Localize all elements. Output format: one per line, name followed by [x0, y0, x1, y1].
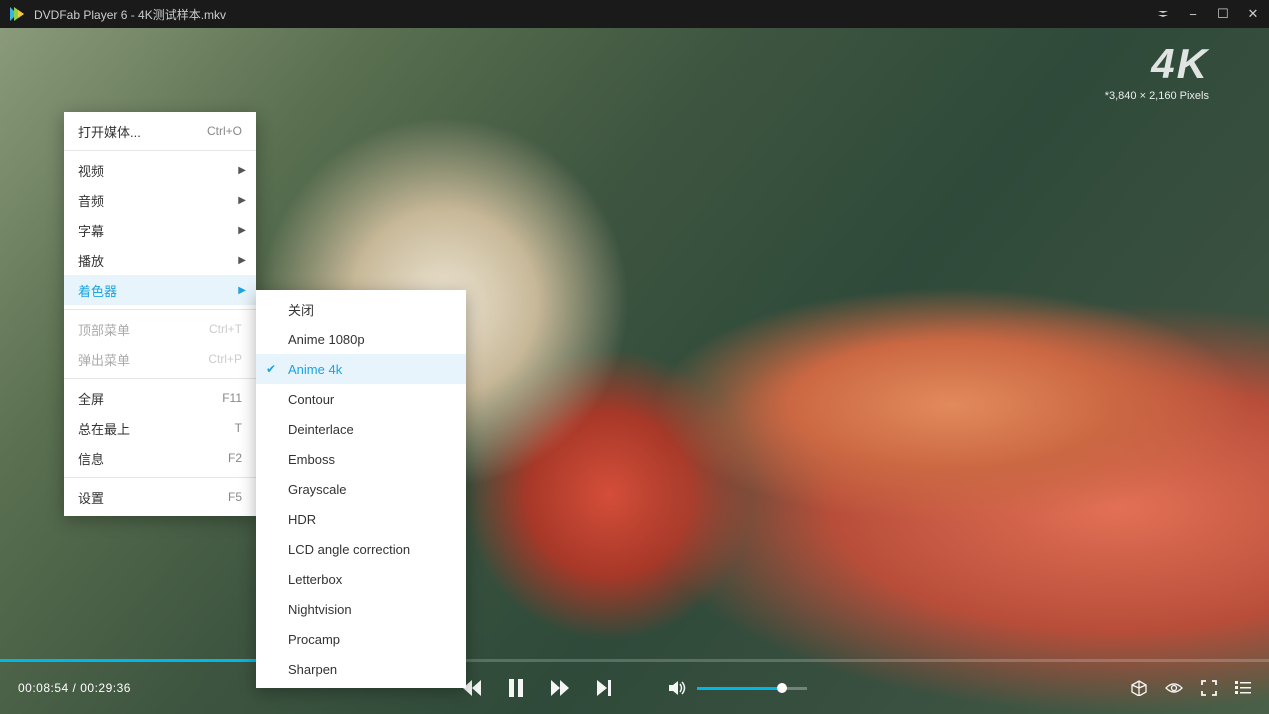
menu-shortcut: F5	[228, 490, 242, 504]
menu-always-on-top[interactable]: 总在最上 T	[64, 413, 256, 443]
submenu-letterbox[interactable]: Letterbox	[256, 564, 466, 594]
submenu-contour[interactable]: Contour	[256, 384, 466, 414]
submenu-label: Grayscale	[288, 482, 347, 497]
volume-thumb[interactable]	[777, 683, 787, 693]
submenu-label: Anime 1080p	[288, 332, 365, 347]
menu-label: 字幕	[78, 221, 242, 240]
check-icon: ✔	[266, 362, 276, 376]
menu-label: 播放	[78, 251, 242, 270]
menu-top-menu: 顶部菜单 Ctrl+T	[64, 314, 256, 344]
menu-label: 顶部菜单	[78, 320, 199, 339]
submenu-label: Contour	[288, 392, 334, 407]
shader-submenu: 关闭 Anime 1080p ✔ Anime 4k Contour Deinte…	[256, 290, 466, 688]
menu-video[interactable]: 视频 ▶	[64, 155, 256, 185]
menu-separator	[64, 309, 256, 310]
pause-button[interactable]	[509, 679, 523, 697]
menu-playback[interactable]: 播放 ▶	[64, 245, 256, 275]
menu-shortcut: F11	[222, 391, 242, 405]
menu-label: 视频	[78, 161, 242, 180]
submenu-procamp[interactable]: Procamp	[256, 624, 466, 654]
badge-4k-label: 4K	[1105, 40, 1209, 88]
menu-separator	[64, 477, 256, 478]
time-total: 00:29:36	[80, 681, 131, 695]
playback-controls: 00:08:54 / 00:29:36	[0, 662, 1269, 714]
menu-audio[interactable]: 音频 ▶	[64, 185, 256, 215]
menu-shortcut: Ctrl+T	[209, 322, 242, 336]
submenu-deinterlace[interactable]: Deinterlace	[256, 414, 466, 444]
menu-label: 设置	[78, 488, 218, 507]
menu-separator	[64, 150, 256, 151]
submenu-label: Letterbox	[288, 572, 342, 587]
eye-icon[interactable]	[1165, 682, 1183, 694]
submenu-lcd[interactable]: LCD angle correction	[256, 534, 466, 564]
menu-subtitle[interactable]: 字幕 ▶	[64, 215, 256, 245]
submenu-label: Anime 4k	[288, 362, 342, 377]
menu-label: 信息	[78, 449, 218, 468]
submenu-label: Emboss	[288, 452, 335, 467]
menu-settings[interactable]: 设置 F5	[64, 482, 256, 512]
volume-icon[interactable]	[669, 680, 687, 696]
volume-fill	[697, 687, 783, 690]
chevron-right-icon: ▶	[238, 165, 246, 176]
chevron-right-icon: ▶	[238, 195, 246, 206]
submenu-label: LCD angle correction	[288, 542, 410, 557]
window-title: DVDFab Player 6 - 4K测试样本.mkv	[34, 6, 1155, 23]
menu-info[interactable]: 信息 F2	[64, 443, 256, 473]
menu-shortcut: F2	[228, 451, 242, 465]
menu-label: 着色器	[78, 281, 242, 300]
transport-controls	[463, 679, 807, 697]
time-current: 00:08:54	[18, 681, 69, 695]
submenu-label: Deinterlace	[288, 422, 354, 437]
volume-slider[interactable]	[697, 687, 807, 690]
menu-shortcut: Ctrl+O	[207, 124, 242, 138]
dropdown-icon[interactable]	[1155, 10, 1171, 18]
cube-icon[interactable]	[1131, 680, 1147, 696]
minimize-button[interactable]: −	[1185, 7, 1201, 22]
menu-label: 全屏	[78, 389, 212, 408]
submenu-anime-4k[interactable]: ✔ Anime 4k	[256, 354, 466, 384]
menu-shader[interactable]: 着色器 ▶	[64, 275, 256, 305]
submenu-label: Sharpen	[288, 662, 337, 677]
menu-shortcut: T	[235, 421, 242, 435]
fast-forward-button[interactable]	[551, 680, 569, 696]
menu-label: 弹出菜单	[78, 350, 198, 369]
menu-label: 打开媒体...	[78, 122, 197, 141]
submenu-nightvision[interactable]: Nightvision	[256, 594, 466, 624]
submenu-label: Procamp	[288, 632, 340, 647]
time-display: 00:08:54 / 00:29:36	[18, 681, 131, 695]
submenu-label: 关闭	[288, 300, 314, 319]
right-controls	[1131, 680, 1251, 696]
resolution-badge: 4K *3,840 × 2,160 Pixels	[1105, 40, 1209, 102]
submenu-grayscale[interactable]: Grayscale	[256, 474, 466, 504]
playlist-icon[interactable]	[1235, 681, 1251, 695]
menu-fullscreen[interactable]: 全屏 F11	[64, 383, 256, 413]
window-controls: − ☐ ✕	[1155, 6, 1261, 22]
chevron-right-icon: ▶	[238, 225, 246, 236]
context-menu: 打开媒体... Ctrl+O 视频 ▶ 音频 ▶ 字幕 ▶ 播放 ▶ 着色器 ▶…	[64, 112, 256, 516]
submenu-emboss[interactable]: Emboss	[256, 444, 466, 474]
chevron-right-icon: ▶	[238, 255, 246, 266]
menu-shortcut: Ctrl+P	[208, 352, 242, 366]
app-logo-icon	[8, 5, 26, 23]
fullscreen-icon[interactable]	[1201, 680, 1217, 696]
submenu-close[interactable]: 关闭	[256, 294, 466, 324]
menu-popup-menu: 弹出菜单 Ctrl+P	[64, 344, 256, 374]
menu-open-media[interactable]: 打开媒体... Ctrl+O	[64, 116, 256, 146]
menu-label: 总在最上	[78, 419, 225, 438]
volume-group	[669, 680, 807, 696]
close-button[interactable]: ✕	[1245, 6, 1261, 22]
next-button[interactable]	[597, 680, 611, 696]
menu-separator	[64, 378, 256, 379]
chevron-right-icon: ▶	[238, 285, 246, 296]
submenu-sharpen[interactable]: Sharpen	[256, 654, 466, 684]
menu-label: 音频	[78, 191, 242, 210]
submenu-hdr[interactable]: HDR	[256, 504, 466, 534]
submenu-anime-1080p[interactable]: Anime 1080p	[256, 324, 466, 354]
maximize-button[interactable]: ☐	[1215, 6, 1231, 22]
submenu-label: HDR	[288, 512, 316, 527]
submenu-label: Nightvision	[288, 602, 352, 617]
badge-resolution: *3,840 × 2,160 Pixels	[1105, 90, 1209, 102]
titlebar: DVDFab Player 6 - 4K测试样本.mkv − ☐ ✕	[0, 0, 1269, 28]
